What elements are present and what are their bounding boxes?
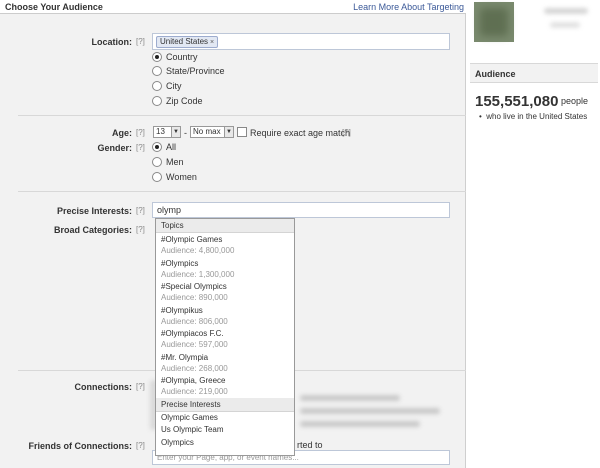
age-max-value: No max (193, 127, 221, 136)
audience-title: Audience (475, 69, 516, 79)
age-max-select[interactable]: No max ▼ (190, 126, 234, 138)
radio-zip-code[interactable]: Zip Code (152, 96, 203, 106)
blurred-ad-title (544, 8, 588, 14)
gender-help-icon[interactable]: [?] (136, 143, 145, 152)
suggestion-topic[interactable]: #Olympics Audience: 1,300,000 (156, 257, 294, 281)
suggestion-audience: Audience: 268,000 (161, 363, 228, 373)
age-min-select[interactable]: 13 ▼ (153, 126, 181, 138)
radio-state-label: State/Province (166, 66, 225, 76)
suggestion-interest[interactable]: Us Olympic Team (156, 424, 294, 437)
location-label: Location: (91, 37, 133, 47)
topics-section-header: Topics (156, 219, 294, 233)
precise-interests-value: olymp (157, 205, 182, 215)
suggestion-topic[interactable]: #Mr. Olympia Audience: 268,000 (156, 351, 294, 375)
page-title: Choose Your Audience (5, 2, 103, 12)
radio-women-label: Women (166, 172, 197, 182)
radio-all-label: All (166, 142, 177, 152)
suggestion-interest[interactable]: Olympics (156, 437, 294, 450)
section-divider (18, 115, 466, 116)
section-divider (18, 191, 466, 192)
radio-country-label: Country (166, 52, 198, 62)
radio-icon (152, 172, 162, 182)
suggestion-name: #Olympic Games (161, 235, 223, 244)
suggestion-audience: Audience: 806,000 (161, 316, 228, 326)
radio-gender-women[interactable]: Women (152, 172, 197, 182)
suggestion-topic[interactable]: #Olympiacos F.C. Audience: 597,000 (156, 327, 294, 351)
suggestion-topic[interactable]: #Special Olympics Audience: 890,000 (156, 280, 294, 304)
radio-icon (152, 96, 162, 106)
exact-age-help-icon[interactable]: [?] (342, 128, 351, 137)
location-input[interactable]: United States × (152, 33, 450, 50)
friends-of-connections-label: Friends of Connections: (28, 441, 133, 451)
radio-icon (152, 66, 162, 76)
precise-interests-input[interactable]: olymp (152, 202, 450, 218)
suggestion-topic[interactable]: #Olympia, Greece Audience: 219,000 (156, 374, 294, 398)
age-help-icon[interactable]: [?] (136, 128, 145, 137)
blurred-ad-text (550, 22, 580, 28)
form-header: Choose Your Audience Learn More About Ta… (0, 0, 466, 14)
blurred-text (300, 408, 440, 414)
blurred-text (300, 395, 400, 401)
suggestion-audience: Audience: 219,000 (161, 387, 228, 396)
radio-country[interactable]: Country (152, 52, 198, 62)
audience-form-panel: Choose Your Audience Learn More About Ta… (0, 0, 466, 468)
exact-age-checkbox[interactable] (237, 127, 247, 137)
location-help-icon[interactable]: [?] (136, 37, 145, 46)
radio-men-label: Men (166, 157, 184, 167)
radio-city[interactable]: City (152, 81, 182, 91)
suggestion-name: #Olympikus (161, 305, 203, 315)
age-min-value: 13 (156, 127, 165, 136)
blurred-text (300, 421, 420, 427)
friends-of-connections-partial-text: rted to (297, 440, 323, 450)
remove-token-icon[interactable]: × (210, 39, 214, 46)
dropdown-arrow-icon: ▼ (224, 127, 233, 137)
suggestion-audience: Audience: 1,300,000 (161, 269, 235, 279)
radio-zip-label: Zip Code (166, 96, 203, 106)
suggestion-interest[interactable]: Olympic Games (156, 412, 294, 425)
audience-summary-header: Audience (470, 63, 598, 83)
suggestion-name: #Olympia, Greece (161, 376, 226, 385)
suggestion-audience: Audience: 597,000 (161, 340, 228, 349)
age-label: Age: (112, 128, 132, 138)
connections-help-icon[interactable]: [?] (136, 382, 145, 391)
radio-city-label: City (166, 81, 182, 91)
connections-label: Connections: (74, 382, 133, 392)
exact-age-label: Require exact age match (250, 128, 351, 138)
radio-state-province[interactable]: State/Province (152, 66, 225, 76)
precise-interests-label: Precise Interests: (56, 206, 132, 216)
suggestion-name: #Mr. Olympia (161, 352, 209, 362)
friends-of-connections-help-icon[interactable]: [?] (136, 441, 145, 450)
precise-interests-help-icon[interactable]: [?] (136, 206, 145, 215)
dropdown-arrow-icon: ▼ (171, 127, 180, 137)
radio-gender-men[interactable]: Men (152, 157, 184, 167)
suggestion-topic[interactable]: #Olympikus Audience: 806,000 (156, 304, 294, 328)
location-token[interactable]: United States × (156, 36, 219, 48)
suggestion-audience: Audience: 890,000 (161, 293, 228, 302)
suggestion-name: #Olympiacos F.C. (161, 329, 224, 338)
radio-gender-all[interactable]: All (152, 142, 176, 152)
radio-selected-icon (152, 142, 162, 152)
location-token-label: United States (160, 37, 209, 46)
audience-count-unit: people (561, 96, 589, 106)
broad-categories-help-icon[interactable]: [?] (136, 225, 145, 234)
suggestion-topic[interactable]: #Olympic Games Audience: 4,800,000 (156, 233, 294, 257)
audience-count: 155,551,080 (475, 93, 559, 110)
age-range-dash: - (184, 128, 187, 138)
radio-icon (152, 157, 162, 167)
gender-label: Gender: (97, 143, 132, 153)
radio-icon (152, 81, 162, 91)
radio-selected-icon (152, 52, 162, 62)
suggestion-name: #Olympics (161, 258, 199, 268)
interests-suggestion-dropdown: Topics #Olympic Games Audience: 4,800,00… (155, 218, 295, 456)
ad-preview-thumbnail (474, 2, 514, 42)
broad-categories-label: Broad Categories: (53, 225, 132, 235)
suggestion-audience: Audience: 4,800,000 (161, 246, 235, 255)
audience-criteria-item: • who live in the United States (479, 112, 587, 121)
precise-interests-section-header: Precise Interests (156, 397, 294, 412)
audience-criteria-text: who live in the United States (486, 112, 588, 121)
suggestion-name: #Special Olympics (161, 282, 227, 291)
learn-more-link[interactable]: Learn More About Targeting (353, 2, 464, 12)
